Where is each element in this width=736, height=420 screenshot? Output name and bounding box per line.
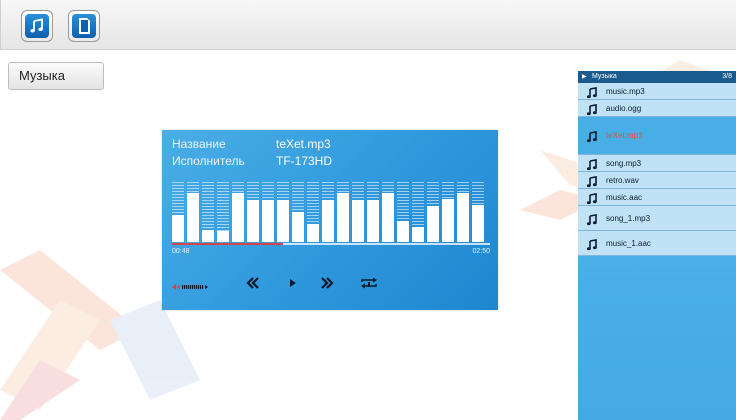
play-button[interactable] [288, 276, 298, 292]
progress-bar[interactable] [172, 243, 490, 245]
player-panel: Название teXet.mp3 Исполнитель TF-173HD 00… [162, 130, 498, 310]
repeat-button[interactable] [360, 276, 378, 292]
equalizer [172, 182, 490, 242]
equalizer-band [307, 224, 319, 242]
playlist-item[interactable]: teXet.mp3 [578, 117, 736, 155]
playlist-item-name: music.aac [606, 193, 643, 202]
equalizer-band [352, 200, 364, 242]
progress-fill [172, 243, 284, 245]
equalizer-band-peak [292, 182, 304, 212]
music-note-icon [586, 130, 598, 148]
playlist-item[interactable]: song.mp3 [578, 155, 736, 172]
playlist-panel: ▶ Музыка 3/8 music.mp3 audio.ogg teXet.mp3… [578, 71, 736, 420]
equalizer-band [217, 231, 229, 242]
equalizer-band [412, 227, 424, 242]
equalizer-band-peak [337, 182, 349, 193]
equalizer-band [262, 200, 274, 242]
playlist-item[interactable]: retro.wav [578, 172, 736, 189]
playlist-item-name: audio.ogg [606, 104, 642, 113]
volume-control[interactable] [172, 279, 212, 295]
equalizer-band-peak [232, 182, 244, 193]
playlist-item[interactable]: music_1.aac [578, 231, 736, 256]
equalizer-band-peak [247, 182, 259, 200]
playlist-item[interactable]: music.aac [578, 189, 736, 206]
artist-label: Исполнитель [172, 154, 245, 168]
equalizer-band-peak [172, 182, 184, 215]
equalizer-band [457, 193, 469, 242]
equalizer-band-peak [217, 182, 229, 231]
music-button[interactable] [21, 10, 53, 42]
equalizer-band [472, 205, 484, 242]
top-toolbar [0, 0, 736, 50]
equalizer-band [232, 193, 244, 242]
equalizer-band [367, 200, 379, 242]
equalizer-band [382, 193, 394, 242]
track-title-row: Название teXet.mp3 [172, 137, 331, 151]
equalizer-band-peak [202, 182, 214, 230]
playlist-item[interactable]: music.mp3 [578, 83, 736, 100]
equalizer-band [337, 193, 349, 242]
volume-icon [172, 284, 208, 290]
equalizer-band [172, 215, 184, 242]
equalizer-band [292, 212, 304, 242]
artist-value: TF-173HD [276, 154, 333, 168]
playlist-item-name: teXet.mp3 [606, 131, 643, 140]
equalizer-band [187, 193, 199, 242]
equalizer-band [202, 230, 214, 242]
music-note-icon [25, 14, 49, 38]
music-note-icon [586, 238, 598, 256]
track-artist-row: Исполнитель TF-173HD [172, 154, 332, 168]
sd-card-icon [72, 14, 96, 38]
sd-card-button[interactable] [68, 10, 100, 42]
elapsed-time: 00:48 [172, 248, 190, 255]
equalizer-band [427, 206, 439, 242]
equalizer-band-peak [322, 182, 334, 200]
equalizer-band-peak [352, 182, 364, 200]
playlist-item-name: music_1.aac [606, 239, 651, 248]
playlist-item-name: music.mp3 [606, 87, 645, 96]
total-time: 02:50 [472, 248, 490, 255]
equalizer-band-peak [307, 182, 319, 224]
title-label: Название [172, 137, 226, 151]
repeat-icon [361, 277, 377, 289]
playlist-header: ▶ Музыка 3/8 [578, 71, 736, 83]
playlist-item[interactable]: song_1.mp3 [578, 206, 736, 231]
equalizer-band-peak [427, 182, 439, 206]
equalizer-band-peak [457, 182, 469, 193]
playlist-counter: 3/8 [722, 73, 732, 80]
equalizer-band-peak [382, 182, 394, 193]
equalizer-band-peak [412, 182, 424, 227]
equalizer-band-peak [277, 182, 289, 200]
music-note-icon [586, 213, 598, 231]
play-icon [290, 279, 296, 287]
equalizer-band [397, 221, 409, 242]
equalizer-band [442, 199, 454, 242]
equalizer-band-peak [397, 182, 409, 221]
rewind-icon [246, 277, 259, 289]
playlist-item[interactable]: audio.ogg [578, 100, 736, 117]
tab-music[interactable]: Музыка [8, 62, 104, 90]
next-button[interactable] [320, 276, 334, 292]
title-value: teXet.mp3 [276, 137, 331, 151]
equalizer-band-peak [442, 182, 454, 199]
playlist-item-name: song.mp3 [606, 159, 642, 168]
fast-forward-icon [321, 277, 334, 289]
playlist-item-name: retro.wav [606, 176, 639, 185]
equalizer-band [247, 200, 259, 242]
playlist-title: Музыка [592, 73, 617, 80]
equalizer-band-peak [262, 182, 274, 200]
playlist-item-name: song_1.mp3 [606, 214, 651, 223]
equalizer-band [277, 200, 289, 242]
previous-button[interactable] [246, 276, 260, 292]
equalizer-band-peak [367, 182, 379, 200]
equalizer-band [322, 200, 334, 242]
equalizer-band-peak [187, 182, 199, 193]
expand-arrow-icon: ▶ [582, 74, 587, 80]
equalizer-band-peak [472, 182, 484, 205]
